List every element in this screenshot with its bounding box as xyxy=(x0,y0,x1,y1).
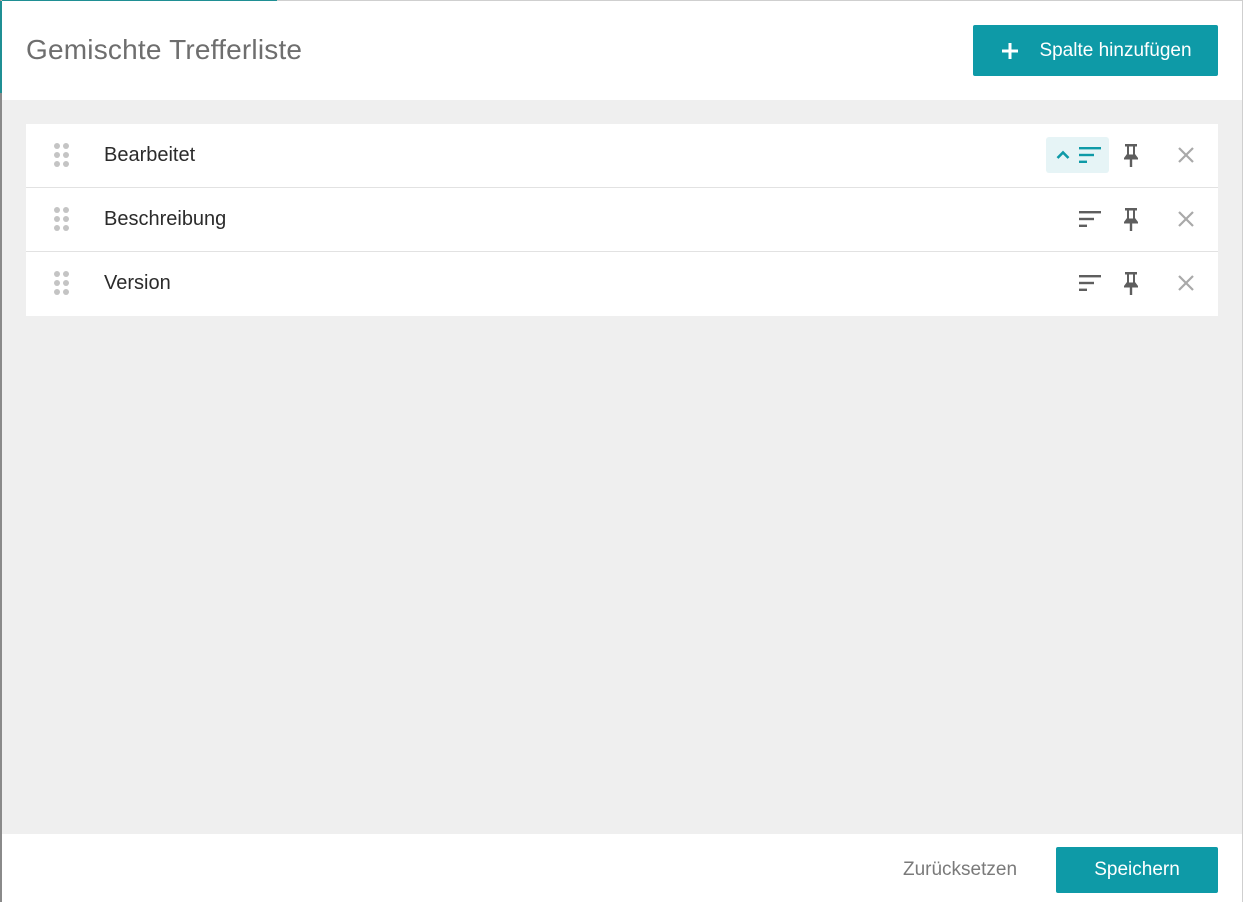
column-row-version[interactable]: Version xyxy=(26,252,1218,316)
add-column-button[interactable]: Spalte hinzufügen xyxy=(973,25,1218,76)
drag-handle-icon[interactable] xyxy=(52,270,72,298)
add-column-label: Spalte hinzufügen xyxy=(1039,39,1192,61)
sort-ascending-button[interactable] xyxy=(1046,137,1109,173)
column-label: Version xyxy=(104,272,171,294)
drag-handle-icon[interactable] xyxy=(52,142,72,170)
column-list: Bearbeitet Beschreibung Version xyxy=(26,124,1218,316)
reset-button[interactable]: Zurücksetzen xyxy=(882,847,1038,893)
column-row-beschreibung[interactable]: Beschreibung xyxy=(26,188,1218,252)
dialog-footer: Zurücksetzen Speichern xyxy=(2,834,1242,903)
column-settings-dialog: Gemischte Trefferliste Spalte hinzufügen xyxy=(0,0,1243,903)
sort-icon xyxy=(1079,147,1101,163)
sort-icon xyxy=(1079,275,1101,291)
close-icon[interactable] xyxy=(1174,271,1198,295)
pin-icon[interactable] xyxy=(1118,141,1144,169)
column-list-area: Bearbeitet Beschreibung Version xyxy=(2,100,1242,834)
save-button[interactable]: Speichern xyxy=(1056,847,1218,893)
plus-icon xyxy=(1001,42,1019,60)
sort-button[interactable] xyxy=(1074,201,1110,237)
column-label: Bearbeitet xyxy=(104,144,196,166)
drag-handle-icon[interactable] xyxy=(52,206,72,234)
column-label: Beschreibung xyxy=(104,208,227,230)
chevron-up-icon xyxy=(1056,150,1070,159)
dialog-header: Gemischte Trefferliste Spalte hinzufügen xyxy=(2,1,1242,100)
sort-button[interactable] xyxy=(1074,265,1110,301)
pin-icon[interactable] xyxy=(1118,269,1144,297)
sort-icon xyxy=(1079,211,1101,227)
pin-icon[interactable] xyxy=(1118,205,1144,233)
close-icon[interactable] xyxy=(1174,143,1198,167)
dialog-title: Gemischte Trefferliste xyxy=(26,34,303,65)
column-row-bearbeitet[interactable]: Bearbeitet xyxy=(26,124,1218,188)
close-icon[interactable] xyxy=(1174,207,1198,231)
